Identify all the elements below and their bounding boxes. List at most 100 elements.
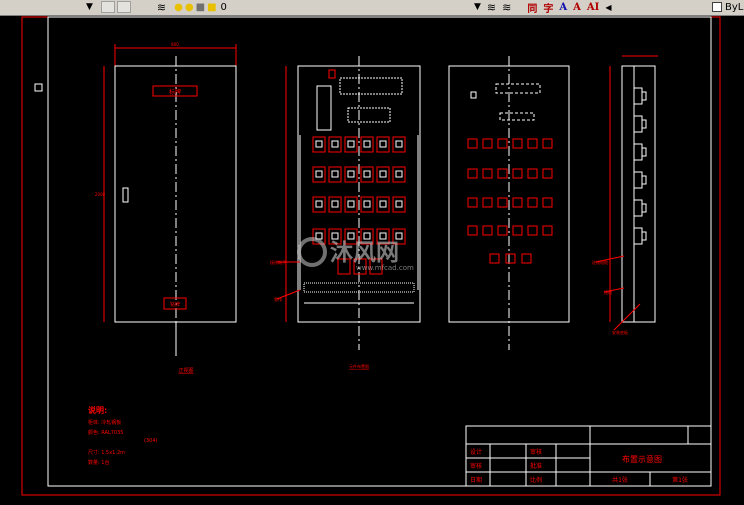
notes-line-4: 尺寸: 1.5x1.2m <box>88 449 125 456</box>
indicator-light <box>512 197 523 208</box>
breaker-handle <box>347 200 355 208</box>
breaker <box>312 166 326 183</box>
indicator-light <box>482 168 493 179</box>
linetype-value[interactable]: ByL <box>725 2 743 13</box>
indicator-light <box>489 253 500 264</box>
bulb-icon[interactable]: ● <box>174 2 183 13</box>
indicator-light <box>512 225 523 236</box>
breaker-handle <box>379 140 387 148</box>
title-block-label-review: 审核 <box>530 448 542 456</box>
title-block-label-date: 日期 <box>470 476 482 484</box>
breaker <box>328 136 342 153</box>
panel4-clip-column <box>634 87 647 245</box>
indicator-light <box>527 138 538 149</box>
text-style-button-4[interactable]: A <box>573 2 581 13</box>
layer-manager-icon[interactable] <box>100 1 115 13</box>
panel4-side-label-1: 进线电缆 <box>592 259 608 265</box>
clip-profile <box>634 87 647 105</box>
clip-profile <box>634 227 647 245</box>
indicator-light <box>505 253 516 264</box>
indicator-light <box>542 197 553 208</box>
scroll-arrow-icon[interactable]: ◀ <box>605 3 611 12</box>
linetype-group: ByL <box>712 0 743 14</box>
indicator-light <box>497 225 508 236</box>
watermark-url: www.mfcad.com <box>356 264 414 272</box>
indicator-light <box>497 197 508 208</box>
cad-drawing-canvas[interactable]: 800 2000 标牌 铭牌 正视图 接线端子 零排 元件布置图 进线电缆 接地… <box>0 15 744 505</box>
indicator-light <box>497 138 508 149</box>
svg-text:800: 800 <box>171 42 179 47</box>
breaker-handle <box>363 170 371 178</box>
toolbar-left-group: ▼ ≋ ● ● ■ ■ 0 <box>0 0 227 14</box>
breaker-handle <box>363 140 371 148</box>
text-style-button-3[interactable]: A <box>559 2 567 13</box>
breaker <box>376 196 390 213</box>
breaker <box>360 166 374 183</box>
breaker <box>360 136 374 153</box>
panel4-side-label-2: 接地 <box>604 289 612 295</box>
sun-icon[interactable]: ● <box>185 2 194 13</box>
breaker <box>328 166 342 183</box>
indicator-light <box>467 168 478 179</box>
layer-state-icon[interactable]: ≋ <box>502 1 511 14</box>
indicator-light <box>467 225 478 236</box>
breaker-handle <box>331 232 339 240</box>
breaker <box>344 136 358 153</box>
breaker-handle <box>315 170 323 178</box>
breaker-handle <box>363 200 371 208</box>
breaker-handle <box>347 232 355 240</box>
breaker <box>392 166 406 183</box>
layer-state-icon[interactable] <box>116 1 131 13</box>
clip-profile <box>634 115 647 133</box>
text-style-button-2[interactable]: 字 <box>543 0 553 15</box>
breaker-handle <box>331 170 339 178</box>
breaker-handle <box>379 200 387 208</box>
dropdown-arrow-icon[interactable]: ▼ <box>474 2 481 12</box>
layer-stack-icon[interactable]: ≋ <box>487 1 496 14</box>
indicator-light <box>512 138 523 149</box>
breaker-handle <box>347 170 355 178</box>
breaker-handle <box>395 140 403 148</box>
panel-door-view <box>448 56 570 350</box>
lock-icon[interactable]: ■ <box>196 2 205 13</box>
indicator-light <box>512 168 523 179</box>
breaker <box>312 196 326 213</box>
color-swatch-icon[interactable]: ■ <box>207 2 216 13</box>
notes-block: 说明: 柜体: 冷轧钢板 颜色: RAL7035 (304) 尺寸: 1.5x1… <box>88 405 157 466</box>
breaker-handle <box>379 170 387 178</box>
notes-line-2: 颜色: RAL7035 <box>88 429 123 436</box>
dropdown-arrow-icon[interactable]: ▼ <box>86 2 93 12</box>
indicator-light <box>467 138 478 149</box>
sheet-total: 共1张 <box>612 476 628 484</box>
breaker-handle <box>331 200 339 208</box>
layer-value[interactable]: 0 <box>221 2 227 13</box>
indicator-light <box>542 138 553 149</box>
notes-line-5: 数量: 1台 <box>88 459 109 466</box>
notes-line-3: (304) <box>144 438 157 444</box>
indicator-light <box>527 225 538 236</box>
notes-title: 说明: <box>88 405 107 415</box>
layer-stack-icon[interactable]: ≋ <box>157 1 166 14</box>
notes-line-1: 柜体: 冷轧钢板 <box>88 419 121 426</box>
indicator-light <box>497 168 508 179</box>
breaker-handle <box>395 200 403 208</box>
text-style-button-5[interactable]: AI <box>587 2 599 13</box>
indicator-light <box>542 168 553 179</box>
indicator-light <box>521 253 532 264</box>
breaker <box>344 196 358 213</box>
breaker-handle <box>395 170 403 178</box>
checkbox-icon[interactable] <box>712 2 722 12</box>
panel2-caption: 元件布置图 <box>349 363 369 369</box>
breaker-handle <box>379 232 387 240</box>
text-style-button-1[interactable]: 同 <box>527 0 537 15</box>
watermark-brand: 沐风网 <box>330 240 399 266</box>
breaker-handle <box>363 232 371 240</box>
breaker <box>344 166 358 183</box>
panel1-plate: 标牌 <box>169 88 181 96</box>
breaker <box>328 196 342 213</box>
panel-front-view: 800 2000 标牌 铭牌 正视图 <box>95 42 237 374</box>
panel2-side-label-2: 零排 <box>274 296 282 302</box>
breaker-handle <box>395 232 403 240</box>
indicator-light <box>542 225 553 236</box>
panel1-bottom-label: 铭牌 <box>170 301 180 308</box>
